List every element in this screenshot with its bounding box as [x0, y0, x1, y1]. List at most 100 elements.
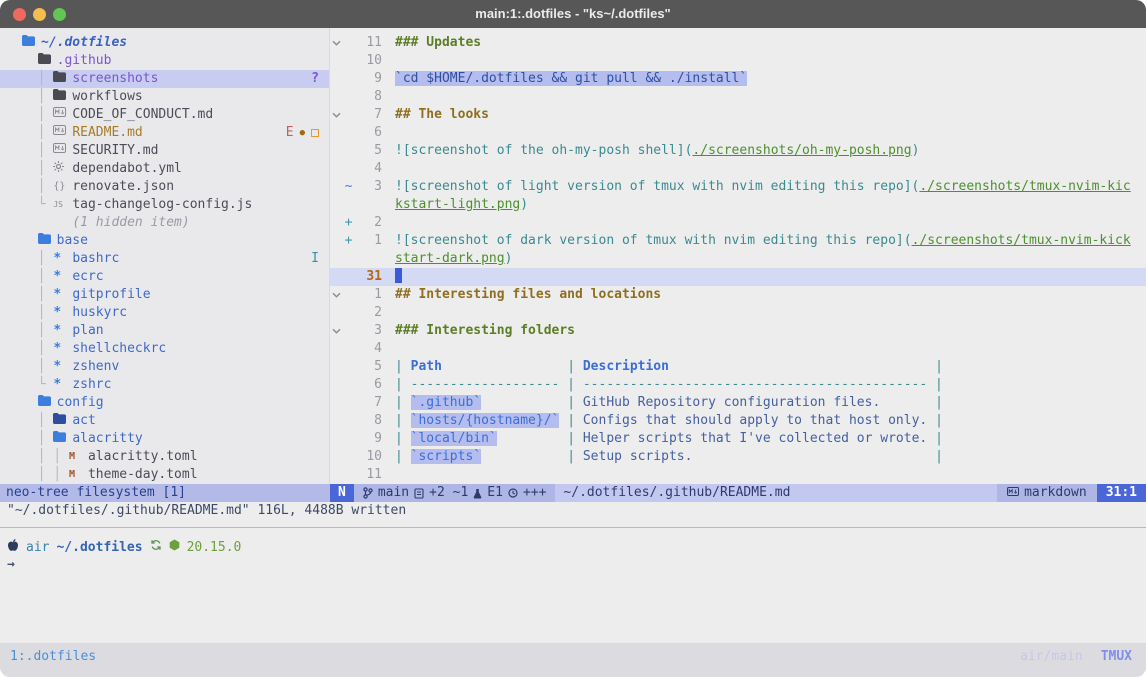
editor-gutter: 6: [330, 124, 386, 142]
tree-item[interactable]: │ *huskyrc: [0, 304, 329, 322]
tree-item[interactable]: │ *gitprofile: [0, 286, 329, 304]
editor-line[interactable]: 3### Interesting folders: [330, 322, 1146, 340]
editor-line[interactable]: 9| `local/bin` | Helper scripts that I'v…: [330, 430, 1146, 448]
editor-line[interactable]: 8: [330, 88, 1146, 106]
tree-item[interactable]: │ SECURITY.md: [0, 142, 329, 160]
tree-item-label: tag-changelog-config.js: [72, 196, 252, 214]
tree-item[interactable]: (1 hidden item): [0, 214, 329, 232]
git-sign: [343, 34, 354, 52]
tree-item[interactable]: │ {}renovate.json: [0, 178, 329, 196]
editor-line[interactable]: 1## Interesting files and locations: [330, 286, 1146, 304]
editor-line[interactable]: 11: [330, 466, 1146, 484]
fold-chevron-icon: [330, 232, 343, 250]
editor-line[interactable]: 7## The looks: [330, 106, 1146, 124]
tree-item[interactable]: └ *zshrc: [0, 376, 329, 394]
indent-guide: │: [22, 142, 53, 160]
tree-item[interactable]: ~/.dotfiles: [0, 34, 329, 52]
filetype-label: markdown: [1024, 484, 1087, 502]
tree-item[interactable]: │ *ecrc: [0, 268, 329, 286]
tree-item-label: alacritty.toml: [88, 448, 198, 466]
tree-item[interactable]: │ │ Malacritty.toml: [0, 448, 329, 466]
tree-item[interactable]: │ alacritty: [0, 430, 329, 448]
editor-line[interactable]: 31: [330, 268, 1146, 286]
tree-item[interactable]: │ CODE_OF_CONDUCT.md: [0, 106, 329, 124]
tree-item[interactable]: │ act: [0, 412, 329, 430]
terminal-window: main:1:.dotfiles - "ks~/.dotfiles" ~/.do…: [0, 0, 1146, 677]
editor-line[interactable]: 10| `scripts` | Setup scripts. |: [330, 448, 1146, 466]
line-number: 31: [354, 268, 382, 286]
title-bar: main:1:.dotfiles - "ks~/.dotfiles": [0, 0, 1146, 28]
pane-divider[interactable]: [0, 527, 1146, 528]
tree-item-label: theme-day.toml: [88, 466, 198, 484]
tree-item[interactable]: │ *shellcheckrc: [0, 340, 329, 358]
indent-guide: │: [22, 286, 53, 304]
tree-item[interactable]: config: [0, 394, 329, 412]
line-content: [386, 268, 1146, 286]
tree-item[interactable]: .github: [0, 52, 329, 70]
editor-line[interactable]: 7| `.github` | GitHub Repository configu…: [330, 394, 1146, 412]
folder-icon: [53, 88, 66, 106]
git-branch-name: main: [378, 484, 409, 502]
indent-guide: [22, 214, 53, 232]
editor-line[interactable]: 9`cd $HOME/.dotfiles && git pull && ./in…: [330, 70, 1146, 88]
tree-item[interactable]: base: [0, 232, 329, 250]
editor-line[interactable]: 11### Updates: [330, 34, 1146, 52]
tree-item[interactable]: └ JStag-changelog-config.js: [0, 196, 329, 214]
line-content: [386, 124, 1146, 142]
line-number: 4: [354, 160, 382, 178]
tree-item-label: config: [57, 394, 104, 412]
editor-line[interactable]: 2: [330, 304, 1146, 322]
git-sign: [343, 340, 354, 358]
tree-item[interactable]: │ *zshenv: [0, 358, 329, 376]
editor-gutter: 4: [330, 340, 386, 358]
editor-line[interactable]: 6: [330, 124, 1146, 142]
folder-icon: [53, 70, 66, 88]
buffer-icon: [414, 488, 424, 499]
editor-gutter: 6: [330, 376, 386, 394]
line-number: 3: [354, 322, 382, 340]
tree-item[interactable]: │ dependabot.yml: [0, 160, 329, 178]
filetype-section: markdown: [997, 484, 1097, 502]
tree-item[interactable]: │ *plan: [0, 322, 329, 340]
editor-pane[interactable]: 11### Updates109`cd $HOME/.dotfiles && g…: [330, 28, 1146, 484]
fold-chevron-icon[interactable]: [330, 286, 343, 304]
editor-gutter: +1: [330, 232, 386, 250]
editor-line[interactable]: +2: [330, 214, 1146, 232]
line-content: [386, 52, 1146, 70]
editor-line[interactable]: 10: [330, 52, 1146, 70]
editor-line[interactable]: +1![screenshot of dark version of tmux w…: [330, 232, 1146, 250]
tree-item[interactable]: │ screenshots?: [0, 70, 329, 88]
editor-line[interactable]: 8| `hosts/{hostname}/` | Configs that sh…: [330, 412, 1146, 430]
tree-item[interactable]: │ *bashrcI: [0, 250, 329, 268]
tree-item-label: bashrc: [72, 250, 119, 268]
indent-guide: │: [22, 160, 53, 178]
editor-line[interactable]: 6| ------------------- | ---------------…: [330, 376, 1146, 394]
tree-item[interactable]: │ README.mdE●: [0, 124, 329, 142]
tree-item[interactable]: │ │ Mtheme-day.toml: [0, 466, 329, 484]
editor-gutter: 1: [330, 286, 386, 304]
line-content: start-dark.png): [386, 250, 1146, 268]
tree-item-label: huskyrc: [72, 304, 127, 322]
tree-item[interactable]: │ workflows: [0, 88, 329, 106]
line-number: 7: [354, 394, 382, 412]
tmux-window-name[interactable]: 1:.dotfiles: [10, 649, 96, 664]
editor-line[interactable]: 4: [330, 340, 1146, 358]
tree-item-label: (1 hidden item): [72, 214, 189, 232]
fold-chevron-icon[interactable]: [330, 106, 343, 124]
editor-line[interactable]: kstart-light.png): [330, 196, 1146, 214]
editor-line[interactable]: 5| Path | Description |: [330, 358, 1146, 376]
editor-line[interactable]: start-dark.png): [330, 250, 1146, 268]
git-sign: ~: [343, 178, 354, 196]
editor-line[interactable]: ~3![screenshot of light version of tmux …: [330, 178, 1146, 196]
editor-gutter: 5: [330, 358, 386, 376]
fold-chevron-icon[interactable]: [330, 322, 343, 340]
fold-chevron-icon[interactable]: [330, 34, 343, 52]
gear-icon: [53, 160, 64, 178]
git-sign: [343, 448, 354, 466]
indent-guide: │: [22, 430, 53, 448]
editor-line[interactable]: 5![screenshot of the oh-my-posh shell](.…: [330, 142, 1146, 160]
editor-gutter: 3: [330, 322, 386, 340]
line-content: | Path | Description |: [386, 358, 1146, 376]
prompt-arrow[interactable]: →: [0, 556, 15, 574]
editor-line[interactable]: 4: [330, 160, 1146, 178]
